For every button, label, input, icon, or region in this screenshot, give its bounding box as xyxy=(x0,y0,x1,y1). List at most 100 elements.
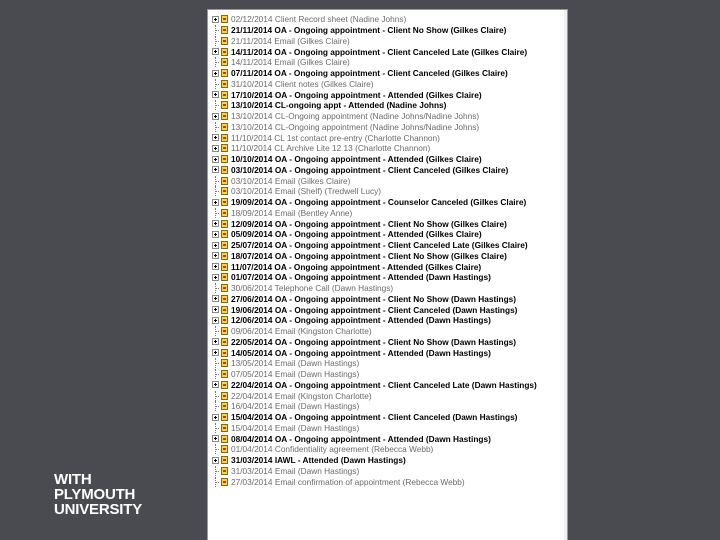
tree-row[interactable]: 03/10/2014 Email (Shelf) (Tredwell Lucy) xyxy=(208,186,567,197)
tree-row[interactable]: 01/04/2014 Confidentiality agreement (Re… xyxy=(208,444,567,455)
tree-row-label: 14/05/2014 OA - Ongoing appointment - At… xyxy=(231,347,491,358)
tree-row[interactable]: 07/05/2014 Email (Dawn Hastings) xyxy=(208,369,567,380)
expand-plus-icon[interactable] xyxy=(212,48,219,56)
expand-plus-icon[interactable] xyxy=(212,134,219,142)
tree-row[interactable]: 11/10/2014 CL Archive Lite 12 13 (Charlo… xyxy=(208,143,567,154)
tree-row[interactable]: 16/04/2014 Email (Dawn Hastings) xyxy=(208,401,567,412)
tree-row[interactable]: 03/10/2014 Email (Gilkes Claire) xyxy=(208,175,567,186)
tree-branch-icon xyxy=(212,121,219,132)
tree-row-label: 14/11/2014 Email (Gilkes Claire) xyxy=(231,57,350,68)
document-icon xyxy=(221,122,228,131)
tree-row-label: 25/07/2014 OA - Ongoing appointment - Cl… xyxy=(231,240,528,251)
tree-row-label: 10/10/2014 OA - Ongoing appointment - At… xyxy=(231,154,482,165)
tree-row[interactable]: 02/12/2014 Client Record sheet (Nadine J… xyxy=(208,14,567,25)
tree-row-label: 27/06/2014 OA - Ongoing appointment - Cl… xyxy=(231,293,517,304)
tree-row[interactable]: 14/11/2014 Email (Gilkes Claire) xyxy=(208,57,567,68)
expand-plus-icon[interactable] xyxy=(212,456,219,464)
document-icon xyxy=(221,58,228,67)
tree-row[interactable]: 31/03/2014 Email (Dawn Hastings) xyxy=(208,465,567,477)
tree-row[interactable]: 10/10/2014 OA - Ongoing appointment - At… xyxy=(208,154,567,165)
expand-plus-icon[interactable] xyxy=(212,413,219,421)
tree-row-label: 21/11/2014 Email (Gilkes Claire) xyxy=(231,35,350,46)
tree-row[interactable]: 05/09/2014 OA - Ongoing appointment - At… xyxy=(208,229,567,240)
expand-plus-icon[interactable] xyxy=(212,15,219,23)
expand-plus-icon[interactable] xyxy=(212,91,219,99)
expand-plus-icon[interactable] xyxy=(212,435,219,443)
tree-row[interactable]: 15/04/2014 Email (Dawn Hastings) xyxy=(208,422,567,434)
document-icon xyxy=(221,219,228,228)
tree-row-label: 03/10/2014 Email (Gilkes Claire) xyxy=(231,175,351,186)
tree-row[interactable]: 07/11/2014 OA - Ongoing appointment - Cl… xyxy=(208,68,567,79)
expand-plus-icon[interactable] xyxy=(212,273,219,281)
document-icon xyxy=(221,101,228,110)
tree-row[interactable]: 13/10/2014 CL-ongoing appt - Attended (N… xyxy=(208,100,567,111)
tree-row[interactable]: 08/04/2014 OA - Ongoing appointment - At… xyxy=(208,433,567,444)
expand-plus-icon[interactable] xyxy=(212,241,219,249)
tree-row[interactable]: 11/07/2014 OA - Ongoing appointment - At… xyxy=(208,261,567,272)
tree-row-label: 27/03/2014 Email confirmation of appoint… xyxy=(231,476,465,487)
tree-row[interactable]: 22/04/2014 OA - Ongoing appointment - Cl… xyxy=(208,380,567,391)
tree-row[interactable]: 13/10/2014 CL-Ongoing appointment (Nadin… xyxy=(208,111,567,122)
tree-row[interactable]: 03/10/2014 OA - Ongoing appointment - Cl… xyxy=(208,165,567,176)
document-icon xyxy=(221,251,228,260)
tree-row[interactable]: 25/07/2014 OA - Ongoing appointment - Cl… xyxy=(208,240,567,251)
expand-plus-icon[interactable] xyxy=(212,252,219,260)
tree-scrollbar[interactable] xyxy=(564,10,567,540)
document-icon xyxy=(221,273,228,282)
expand-plus-icon[interactable] xyxy=(212,295,219,303)
tree-row[interactable]: 27/06/2014 OA - Ongoing appointment - Cl… xyxy=(208,294,567,305)
tree-row[interactable]: 19/06/2014 OA - Ongoing appointment - Cl… xyxy=(208,304,567,315)
expand-plus-icon[interactable] xyxy=(212,220,219,228)
document-icon xyxy=(221,112,228,121)
expand-plus-icon[interactable] xyxy=(212,263,219,271)
expand-plus-icon[interactable] xyxy=(212,381,219,389)
tree-row[interactable]: 13/10/2014 CL-Ongoing appointment (Nadin… xyxy=(208,121,567,133)
tree-row[interactable]: 22/04/2014 Email (Kingston Charlotte) xyxy=(208,390,567,401)
expand-plus-icon[interactable] xyxy=(212,198,219,206)
tree-row[interactable]: 27/03/2014 Email confirmation of appoint… xyxy=(208,476,567,487)
expand-plus-icon[interactable] xyxy=(212,69,219,77)
tree-row[interactable]: 18/09/2014 Email (Bentley Anne) xyxy=(208,207,567,219)
tree-row-label: 13/10/2014 CL-ongoing appt - Attended (N… xyxy=(231,100,447,111)
expand-plus-icon[interactable] xyxy=(212,166,219,174)
tree-row[interactable]: 30/06/2014 Telephone Call (Dawn Hastings… xyxy=(208,283,567,294)
tree-row[interactable]: 12/09/2014 OA - Ongoing appointment - Cl… xyxy=(208,218,567,229)
tree-row[interactable]: 21/11/2014 OA - Ongoing appointment - Cl… xyxy=(208,25,567,36)
tree-row-label: 22/04/2014 OA - Ongoing appointment - Cl… xyxy=(231,379,537,390)
document-icon xyxy=(221,466,228,475)
tree-row-label: 05/09/2014 OA - Ongoing appointment - At… xyxy=(231,229,482,240)
tree-row-label: 30/06/2014 Telephone Call (Dawn Hastings… xyxy=(231,283,394,294)
expand-plus-icon[interactable] xyxy=(212,349,219,357)
tree-row[interactable]: 17/10/2014 OA - Ongoing appointment - At… xyxy=(208,89,567,100)
document-icon xyxy=(221,391,228,400)
tree-row-label: 15/04/2014 OA - Ongoing appointment - Cl… xyxy=(231,412,518,423)
tree-row-label: 31/10/2014 Client notes (Gilkes Claire) xyxy=(231,78,374,89)
expand-plus-icon[interactable] xyxy=(212,144,219,152)
tree-row[interactable]: 31/10/2014 Client notes (Gilkes Claire) xyxy=(208,78,567,90)
tree-row[interactable]: 31/03/2014 IAWL - Attended (Dawn Hasting… xyxy=(208,455,567,466)
expand-plus-icon[interactable] xyxy=(212,306,219,314)
expand-plus-icon[interactable] xyxy=(212,338,219,346)
tree-row-label: 03/10/2014 OA - Ongoing appointment - Cl… xyxy=(231,164,509,175)
expand-plus-icon[interactable] xyxy=(212,316,219,324)
tree-row[interactable]: 22/05/2014 OA - Ongoing appointment - Cl… xyxy=(208,337,567,348)
expand-plus-icon[interactable] xyxy=(212,230,219,238)
tree-row[interactable]: 14/11/2014 OA - Ongoing appointment - Cl… xyxy=(208,46,567,57)
document-icon xyxy=(221,241,228,250)
tree-row[interactable]: 12/06/2014 OA - Ongoing appointment - At… xyxy=(208,315,567,326)
tree-row[interactable]: 09/06/2014 Email (Kingston Charlotte) xyxy=(208,326,567,337)
tree-row[interactable]: 18/07/2014 OA - Ongoing appointment - Cl… xyxy=(208,251,567,262)
tree-row[interactable]: 15/04/2014 OA - Ongoing appointment - Cl… xyxy=(208,412,567,423)
tree-row[interactable]: 11/10/2014 CL 1st contact pre-entry (Cha… xyxy=(208,132,567,143)
tree-row[interactable]: 13/05/2014 Email (Dawn Hastings) xyxy=(208,358,567,369)
tree-row[interactable]: 14/05/2014 OA - Ongoing appointment - At… xyxy=(208,347,567,358)
expand-plus-icon[interactable] xyxy=(212,155,219,163)
expand-plus-icon[interactable] xyxy=(212,112,219,120)
document-icon xyxy=(221,413,228,422)
tree-branch-icon xyxy=(212,35,219,46)
tree-row[interactable]: 01/07/2014 OA - Ongoing appointment - At… xyxy=(208,272,567,283)
document-icon xyxy=(221,434,228,443)
tree-branch-icon xyxy=(212,283,219,294)
tree-row[interactable]: 21/11/2014 Email (Gilkes Claire) xyxy=(208,35,567,47)
tree-row[interactable]: 19/09/2014 OA - Ongoing appointment - Co… xyxy=(208,197,567,208)
